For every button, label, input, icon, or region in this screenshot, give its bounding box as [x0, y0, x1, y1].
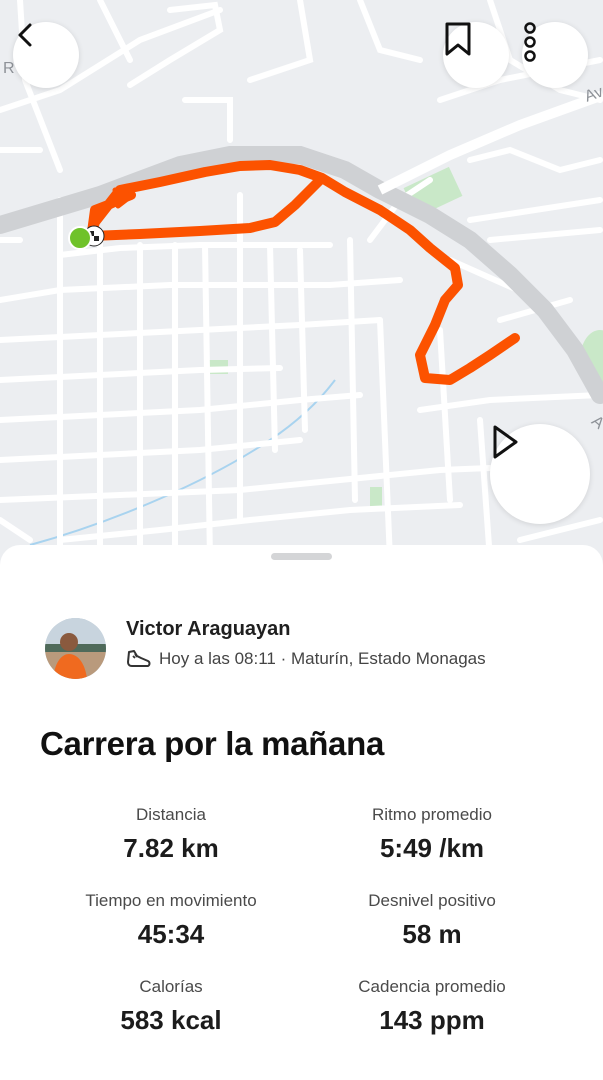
stat-avg-cadence: Cadencia promedio 143 ppm — [302, 977, 562, 1036]
activity-date-location: Hoy a las 08:11 · Maturín, Estado Monaga… — [159, 649, 486, 668]
stat-avg-pace: Ritmo promedio 5:49 /km — [302, 805, 562, 864]
athlete-photo — [45, 618, 106, 679]
more-options-button[interactable] — [522, 22, 588, 88]
stat-label: Desnivel positivo — [368, 891, 496, 910]
route-map[interactable]: R Av A — [0, 0, 603, 570]
stat-value: 58 m — [402, 919, 462, 949]
stat-value: 143 ppm — [379, 1005, 485, 1035]
athlete-name[interactable]: Victor Araguayan — [126, 618, 291, 641]
stat-label: Cadencia promedio — [358, 977, 506, 996]
stat-value: 45:34 — [137, 919, 205, 949]
street-label: R — [3, 60, 15, 77]
stat-value: 583 kcal — [120, 1005, 222, 1035]
avatar[interactable] — [45, 618, 106, 679]
stat-label: Ritmo promedio — [372, 805, 492, 824]
play-flyover-button[interactable] — [490, 424, 590, 524]
back-button[interactable] — [13, 22, 79, 88]
stat-value: 7.82 km — [123, 833, 219, 863]
stat-label: Distancia — [136, 805, 206, 824]
more-vertical-icon — [524, 22, 536, 62]
water-line — [29, 379, 336, 546]
chevron-left-icon — [18, 23, 32, 47]
stat-distance: Distancia 7.82 km — [41, 805, 301, 864]
stat-calories: Calorías 583 kcal — [41, 977, 301, 1036]
play-icon — [493, 425, 518, 459]
stat-label: Calorías — [139, 977, 203, 996]
bookmark-button[interactable] — [443, 22, 509, 88]
stat-label: Tiempo en movimiento — [85, 891, 257, 910]
stat-moving-time: Tiempo en movimiento 45:34 — [41, 891, 301, 950]
stat-value: 5:49 /km — [379, 833, 485, 863]
sheet-drag-handle[interactable] — [271, 553, 332, 560]
bookmark-icon — [445, 22, 471, 56]
activity-meta: Hoy a las 08:11 · Maturín, Estado Monaga… — [126, 647, 486, 671]
running-shoe-icon — [127, 650, 151, 667]
start-marker — [68, 226, 92, 250]
activity-details-sheet: Victor Araguayan Hoy a las 08:11 · Matur… — [0, 545, 603, 1080]
activity-title: Carrera por la mañana — [40, 725, 385, 762]
stat-elevation-gain: Desnivel positivo 58 m — [302, 891, 562, 950]
